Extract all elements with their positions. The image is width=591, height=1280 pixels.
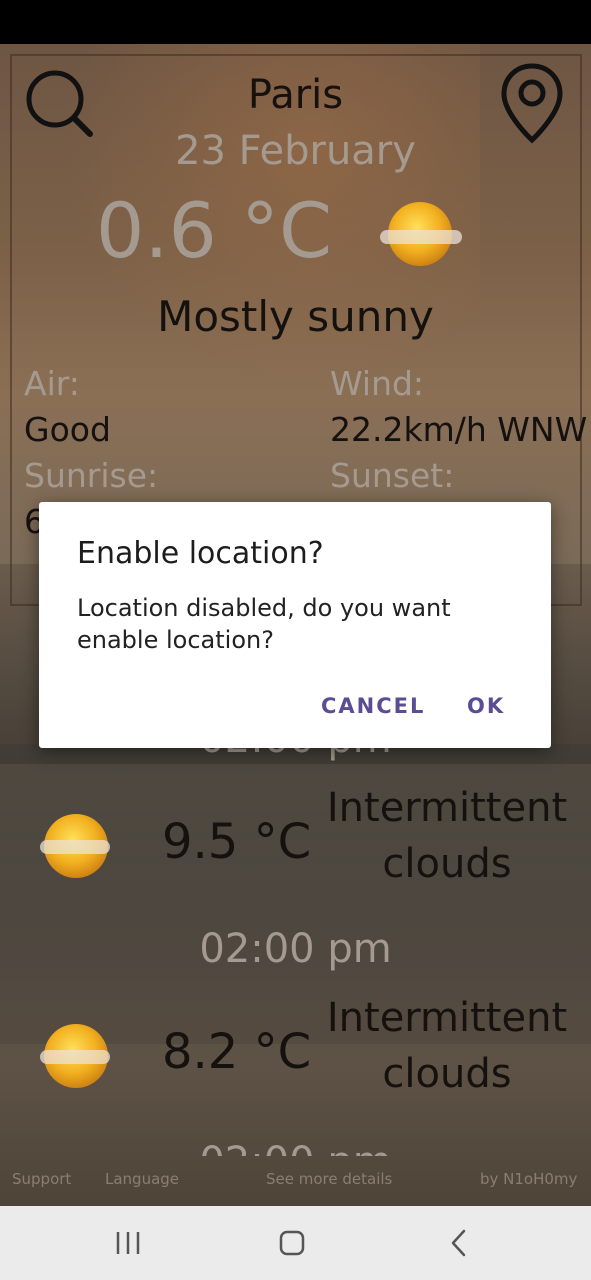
dialog-title: Enable location? <box>77 536 324 571</box>
recent-apps-icon[interactable] <box>98 1222 158 1264</box>
enable-location-dialog: Enable location? Location disabled, do y… <box>39 502 551 748</box>
status-bar <box>0 0 591 44</box>
ok-button[interactable]: OK <box>459 688 513 724</box>
back-icon[interactable] <box>428 1222 488 1264</box>
home-icon[interactable] <box>262 1222 322 1264</box>
system-navigation-bar <box>0 1206 591 1280</box>
cancel-button[interactable]: CANCEL <box>313 688 433 724</box>
dialog-message: Location disabled, do you want enable lo… <box>77 594 451 654</box>
